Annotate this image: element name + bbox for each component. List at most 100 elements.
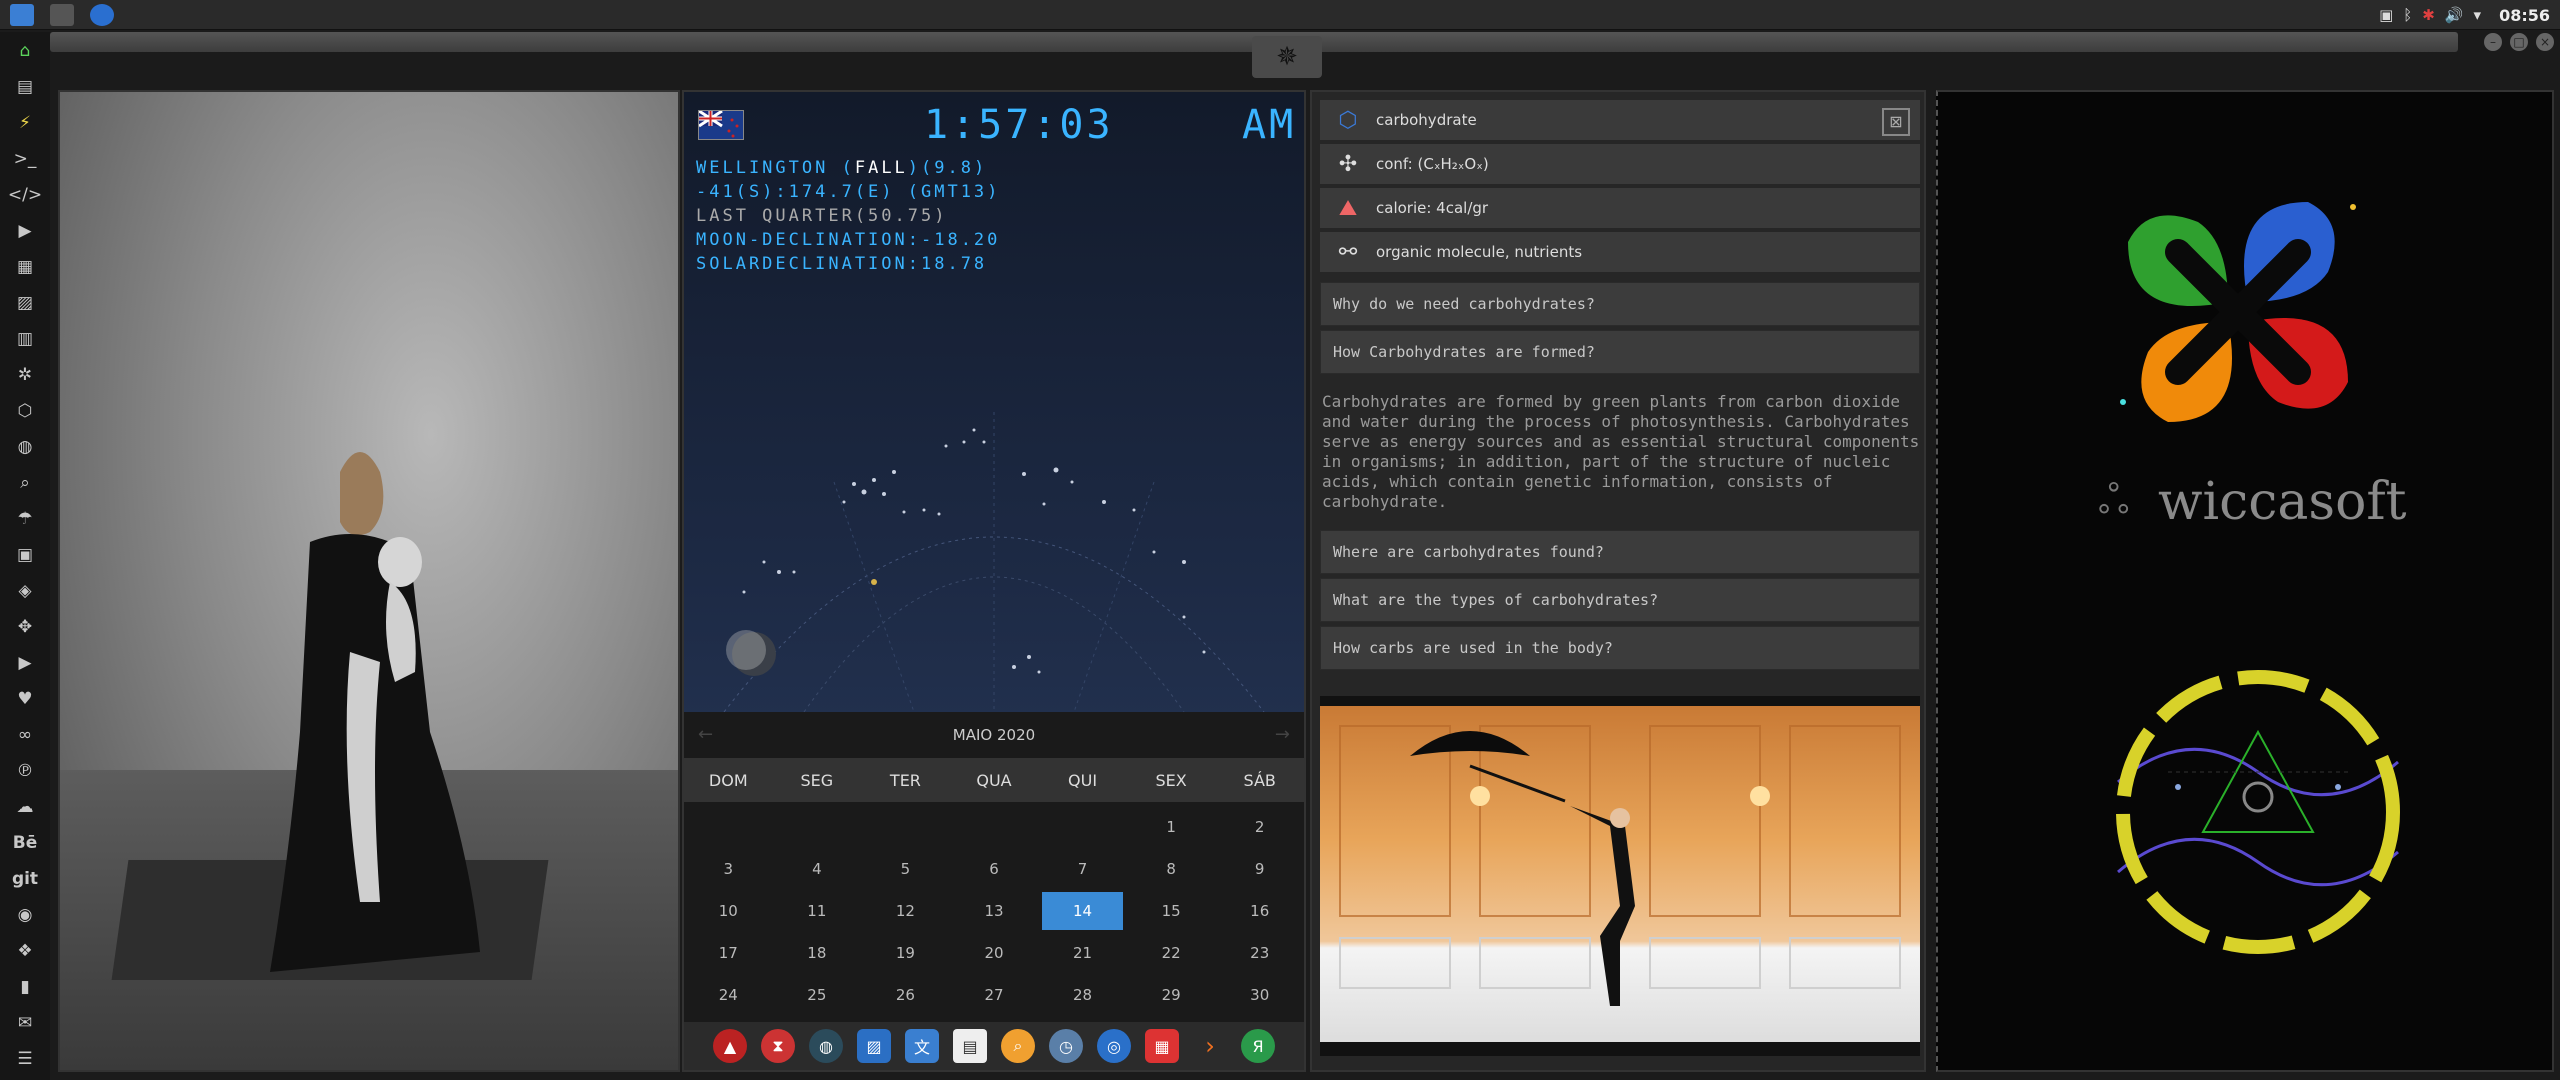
network-icon: ⚯ (1338, 239, 1358, 265)
image-icon[interactable]: ▣ (2379, 6, 2393, 24)
calendar-day[interactable]: 22 (1127, 944, 1216, 962)
calendar-app-icon[interactable]: ▤ (953, 1029, 987, 1063)
question-button[interactable]: How Carbohydrates are formed? (1320, 330, 1920, 374)
heart-icon[interactable]: ♥ (10, 684, 40, 714)
calendar-day[interactable]: 13 (950, 902, 1039, 920)
close-icon[interactable]: ⊠ (1882, 108, 1910, 136)
clock-ampm: AM (1242, 102, 1297, 148)
bluetooth-icon[interactable]: ᛒ (2403, 6, 2412, 24)
solar-declination: SOLARDECLINATION:18.78 (696, 254, 988, 274)
calendar-day[interactable]: 8 (1127, 860, 1216, 878)
question-button[interactable]: Where are carbohydrates found? (1320, 530, 1920, 574)
bug-icon[interactable]: ✱ (2422, 6, 2435, 24)
globe-icon[interactable]: ◍ (10, 432, 40, 462)
calendar-day[interactable]: 11 (773, 902, 862, 920)
calendar-day[interactable]: 16 (1215, 902, 1304, 920)
youtube-icon[interactable]: ▶ (10, 648, 40, 678)
calendar-day[interactable]: 6 (950, 860, 1039, 878)
arch-icon[interactable]: ▲ (713, 1029, 747, 1063)
app-icon[interactable] (50, 4, 74, 26)
document-icon[interactable]: ▤ (10, 72, 40, 102)
image-icon[interactable]: ▨ (10, 288, 40, 318)
home-icon[interactable]: ⌂ (10, 36, 40, 66)
play-icon[interactable]: ▶ (10, 216, 40, 246)
question-button[interactable]: What are the types of carbohydrates? (1320, 578, 1920, 622)
calendar-day[interactable]: 24 (684, 986, 773, 1004)
calendar-day[interactable]: 15 (1127, 902, 1216, 920)
calendar-day[interactable]: 26 (861, 986, 950, 1004)
close-button[interactable]: × (2536, 33, 2554, 51)
chrome-icon[interactable] (90, 4, 114, 26)
clock-panel: 1:57:03 AM WELLINGTON (FALL)(9.8) -41(S)… (682, 90, 1306, 1072)
minimize-button[interactable]: – (2484, 33, 2502, 51)
calendar-day[interactable]: 23 (1215, 944, 1304, 962)
planner-icon[interactable]: ▦ (1145, 1029, 1179, 1063)
new-zealand-flag-icon (698, 109, 744, 140)
calendar-day[interactable]: 28 (1038, 986, 1127, 1004)
search-icon[interactable]: ⌕ (10, 468, 40, 498)
calendar-day[interactable]: 7 (1038, 860, 1127, 878)
hexagon-icon[interactable]: ⬡ (10, 396, 40, 426)
umbrella-icon[interactable]: ☂ (10, 504, 40, 534)
infinity-icon[interactable]: ∞ (10, 720, 40, 750)
pinterest-icon[interactable]: ℗ (10, 756, 40, 786)
terminal-icon[interactable]: >_ (10, 144, 40, 174)
volume-icon[interactable]: 🔊 (2445, 6, 2464, 24)
dropbox-icon[interactable]: ❖ (10, 936, 40, 966)
rebel-alliance-icon[interactable]: ✵ (1252, 36, 1322, 78)
earth-icon[interactable]: ◍ (809, 1029, 843, 1063)
settings-icon[interactable]: ✲ (10, 360, 40, 390)
question-button[interactable]: How carbs are used in the body? (1320, 626, 1920, 670)
github-icon[interactable]: ◉ (10, 900, 40, 930)
expand-icon[interactable]: ✥ (10, 612, 40, 642)
calendar-day[interactable]: 1 (1127, 818, 1216, 836)
image-viewer-icon[interactable]: ▨ (857, 1029, 891, 1063)
bolt-icon[interactable]: ⚡ (10, 108, 40, 138)
calendar-day[interactable]: 20 (950, 944, 1039, 962)
contact-icon[interactable]: ▣ (10, 540, 40, 570)
map-icon[interactable]: ▮ (10, 972, 40, 1002)
calendar-day[interactable]: 27 (950, 986, 1039, 1004)
code-icon[interactable]: </> (8, 180, 42, 210)
behance-icon[interactable]: Bē (10, 828, 40, 858)
calendar-day[interactable]: 19 (861, 944, 950, 962)
prev-month-button[interactable]: ← (698, 724, 713, 745)
calendar-day[interactable]: 2 (1215, 818, 1304, 836)
video-player[interactable] (1320, 706, 1920, 1042)
tray-clock[interactable]: 08:56 (2499, 6, 2550, 25)
arrow-app-icon[interactable]: › (1193, 1029, 1227, 1063)
files-icon[interactable]: ▦ (10, 252, 40, 282)
calendar-day[interactable]: 17 (684, 944, 773, 962)
clock-app-icon[interactable]: ◷ (1049, 1029, 1083, 1063)
wifi-icon[interactable]: ▾ (2474, 6, 2482, 24)
git-icon[interactable]: git (10, 864, 40, 894)
cloud-icon[interactable]: ☁ (10, 792, 40, 822)
calendar-day[interactable]: 21 (1038, 944, 1127, 962)
weekday: QUI (1068, 770, 1098, 790)
calendar-day[interactable]: 29 (1127, 986, 1216, 1004)
calendar-day[interactable]: 9 (1215, 860, 1304, 878)
calendar-day[interactable]: 4 (773, 860, 862, 878)
yandex-icon[interactable]: Я (1241, 1029, 1275, 1063)
calendar-day[interactable]: 5 (861, 860, 950, 878)
hourglass-icon[interactable]: ⧗ (761, 1029, 795, 1063)
next-month-button[interactable]: → (1275, 724, 1290, 745)
maximize-button[interactable]: □ (2510, 33, 2528, 51)
calendar-day[interactable]: 18 (773, 944, 862, 962)
calendar-day[interactable]: 30 (1215, 986, 1304, 1004)
layers-icon[interactable]: ◈ (10, 576, 40, 606)
news-icon[interactable]: ▥ (10, 324, 40, 354)
translate-icon[interactable]: 文 (905, 1029, 939, 1063)
calendar-day[interactable]: 3 (684, 860, 773, 878)
files-app-icon[interactable] (10, 4, 34, 26)
question-button[interactable]: Why do we need carbohydrates? (1320, 282, 1920, 326)
calendar-day[interactable]: 14 (1042, 892, 1123, 930)
calendar-day[interactable]: 10 (684, 902, 773, 920)
calendar-day[interactable]: 25 (773, 986, 862, 1004)
drawer-icon[interactable]: ☰ (10, 1044, 40, 1074)
browser-icon[interactable]: ◎ (1097, 1029, 1131, 1063)
calendar-day[interactable]: 12 (861, 902, 950, 920)
search-app-icon[interactable]: ⌕ (1001, 1029, 1035, 1063)
mail-icon[interactable]: ✉ (10, 1008, 40, 1038)
logo-panel: ஃ wiccasoft (1936, 90, 2554, 1072)
